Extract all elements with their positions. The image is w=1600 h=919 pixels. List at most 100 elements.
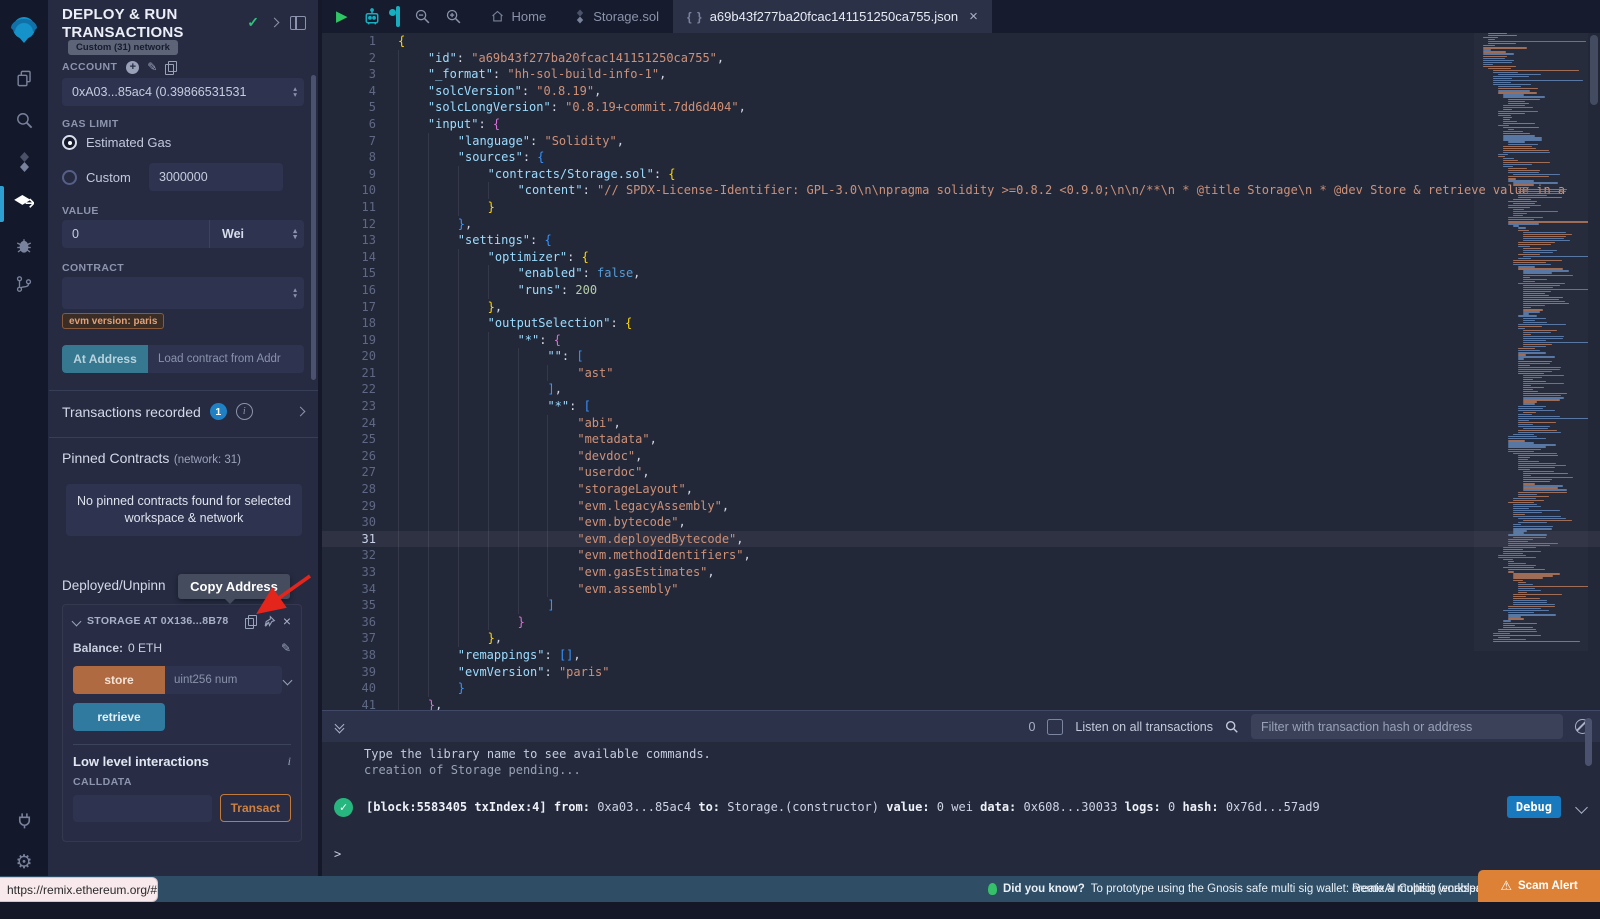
edit-account-icon[interactable]: ✎ xyxy=(147,60,157,74)
code-line[interactable]: 9"contracts/Storage.sol": { xyxy=(322,166,1600,183)
code-line[interactable]: 3"_format": "hh-sol-build-info-1", xyxy=(322,66,1600,83)
git-icon[interactable] xyxy=(0,264,48,304)
play-icon[interactable]: ▶ xyxy=(336,7,348,26)
ai-robot-icon[interactable] xyxy=(362,8,382,26)
code-line[interactable]: 17}, xyxy=(322,299,1600,316)
code-line[interactable]: 34"evm.assembly" xyxy=(322,581,1600,598)
search-icon[interactable] xyxy=(0,100,48,140)
copy-account-icon[interactable] xyxy=(165,61,176,74)
code-line[interactable]: 41}, xyxy=(322,697,1600,710)
code-editor[interactable]: 1{2"id": "a69b43f277ba20fcac141151250ca7… xyxy=(322,33,1600,710)
code-line[interactable]: 24"abi", xyxy=(322,415,1600,432)
file-explorer-icon[interactable] xyxy=(0,58,48,98)
deploy-run-icon[interactable] xyxy=(0,184,48,224)
load-contract-input[interactable]: Load contract from Addr xyxy=(148,345,304,373)
code-line[interactable]: 4"solcVersion": "0.8.19", xyxy=(322,83,1600,100)
edit-balance-icon[interactable]: ✎ xyxy=(281,641,291,655)
expand-terminal-icon[interactable] xyxy=(336,721,343,732)
remix-logo[interactable] xyxy=(0,10,48,50)
code-line[interactable]: 37}, xyxy=(322,630,1600,647)
panel-scrollbar[interactable] xyxy=(311,75,316,380)
info-icon[interactable]: i xyxy=(236,403,253,420)
editor-scrollbar[interactable] xyxy=(1590,35,1598,105)
code-line[interactable]: 30"evm.bytecode", xyxy=(322,514,1600,531)
code-line[interactable]: 39"evmVersion": "paris" xyxy=(322,664,1600,681)
account-select[interactable]: 0xA03...85ac4 (0.39866531531 ▴▾ xyxy=(62,78,304,106)
listen-checkbox[interactable] xyxy=(1047,719,1063,735)
scam-alert-button[interactable]: ⚠ Scam Alert xyxy=(1478,870,1600,902)
code-line[interactable]: 31"evm.deployedBytecode", xyxy=(322,531,1600,548)
code-line[interactable]: 25"metadata", xyxy=(322,431,1600,448)
zoom-out-icon[interactable] xyxy=(414,8,431,25)
code-line[interactable]: 20"": [ xyxy=(322,348,1600,365)
code-line[interactable]: 12}, xyxy=(322,216,1600,233)
copilot-status[interactable]: RemixAI Copilot (enabled) xyxy=(1352,876,1486,902)
store-button[interactable]: store xyxy=(73,666,165,694)
code-line[interactable]: 15"enabled": false, xyxy=(322,265,1600,282)
code-line[interactable]: 16"runs": 200 xyxy=(322,282,1600,299)
calldata-input[interactable] xyxy=(73,795,212,822)
terminal[interactable]: Type the library name to see available c… xyxy=(322,742,1600,876)
code-line[interactable]: 5"solcLongVersion": "0.8.19+commit.7dd6d… xyxy=(322,99,1600,116)
code-line[interactable]: 7"language": "Solidity", xyxy=(322,133,1600,150)
low-level-info-icon[interactable]: i xyxy=(288,754,291,769)
search-terminal-icon[interactable] xyxy=(1225,720,1239,734)
contract-stepper-icon[interactable]: ▴▾ xyxy=(293,287,304,299)
code-line[interactable]: 6"input": { xyxy=(322,116,1600,133)
add-account-icon[interactable]: + xyxy=(126,61,139,74)
transact-button[interactable]: Transact xyxy=(220,794,291,822)
tab-home[interactable]: Home xyxy=(476,0,561,33)
account-stepper-icon[interactable]: ▴▾ xyxy=(293,86,304,98)
code-line[interactable]: 23"*": [ xyxy=(322,398,1600,415)
code-line[interactable]: 2"id": "a69b43f277ba20fcac141151250ca755… xyxy=(322,50,1600,67)
toggle-on-icon[interactable] xyxy=(396,8,400,26)
solidity-compiler-icon[interactable] xyxy=(0,142,48,182)
terminal-prompt[interactable]: > xyxy=(334,847,341,861)
at-address-button[interactable]: At Address xyxy=(62,345,148,373)
custom-gas-input[interactable]: 3000000 xyxy=(149,163,283,191)
code-line[interactable]: 32"evm.methodIdentifiers", xyxy=(322,547,1600,564)
collapse-contract-icon[interactable] xyxy=(72,616,82,626)
code-line[interactable]: 21"ast" xyxy=(322,365,1600,382)
code-line[interactable]: 18"outputSelection": { xyxy=(322,315,1600,332)
close-tab-icon[interactable]: × xyxy=(969,8,978,25)
code-line[interactable]: 40} xyxy=(322,680,1600,697)
code-line[interactable]: 38"remappings": [], xyxy=(322,647,1600,664)
estimated-gas-radio[interactable] xyxy=(62,135,77,150)
code-line[interactable]: 11} xyxy=(322,199,1600,216)
code-line[interactable]: 28"storageLayout", xyxy=(322,481,1600,498)
code-line[interactable]: 1{ xyxy=(322,33,1600,50)
tab-a69b43f277ba20fcac141151250ca755-json[interactable]: { }a69b43f277ba20fcac141151250ca755.json… xyxy=(673,0,992,33)
code-line[interactable]: 35] xyxy=(322,597,1600,614)
minimap[interactable] xyxy=(1474,33,1588,651)
code-line[interactable]: 26"devdoc", xyxy=(322,448,1600,465)
terminal-scrollbar[interactable] xyxy=(1585,718,1592,766)
code-line[interactable]: 29"evm.legacyAssembly", xyxy=(322,498,1600,515)
plugin-manager-icon[interactable] xyxy=(0,800,48,840)
retrieve-button[interactable]: retrieve xyxy=(73,703,165,731)
unit-stepper-icon[interactable]: ▴▾ xyxy=(293,228,304,240)
debugger-icon[interactable] xyxy=(0,226,48,266)
custom-gas-radio[interactable] xyxy=(62,170,77,185)
expand-transactions-icon[interactable] xyxy=(296,407,306,417)
code-line[interactable]: 22], xyxy=(322,381,1600,398)
code-line[interactable]: 36} xyxy=(322,614,1600,631)
zoom-in-icon[interactable] xyxy=(445,8,462,25)
code-line[interactable]: 27"userdoc", xyxy=(322,464,1600,481)
tab-storage-sol[interactable]: Storage.sol xyxy=(560,0,673,33)
value-unit-select[interactable]: Wei ▴▾ xyxy=(209,220,304,248)
pin-panel-icon[interactable] xyxy=(290,16,306,30)
expand-log-icon[interactable] xyxy=(1575,801,1588,814)
code-line[interactable]: 14"optimizer": { xyxy=(322,249,1600,266)
code-line[interactable]: 10"content": "// SPDX-License-Identifier… xyxy=(322,182,1600,199)
contract-select[interactable]: ▴▾ xyxy=(62,277,304,309)
store-arg-input[interactable]: uint256 num xyxy=(165,666,282,694)
filter-input[interactable]: Filter with transaction hash or address xyxy=(1251,714,1563,739)
transaction-log-row[interactable]: ✓ [block:5583405 txIndex:4] from: 0xa03.… xyxy=(334,792,1586,822)
code-line[interactable]: 19"*": { xyxy=(322,332,1600,349)
expand-store-icon[interactable] xyxy=(283,675,293,685)
value-input[interactable]: 0 xyxy=(62,220,209,248)
debug-button[interactable]: Debug xyxy=(1507,796,1561,818)
code-line[interactable]: 33"evm.gasEstimates", xyxy=(322,564,1600,581)
code-line[interactable]: 13"settings": { xyxy=(322,232,1600,249)
